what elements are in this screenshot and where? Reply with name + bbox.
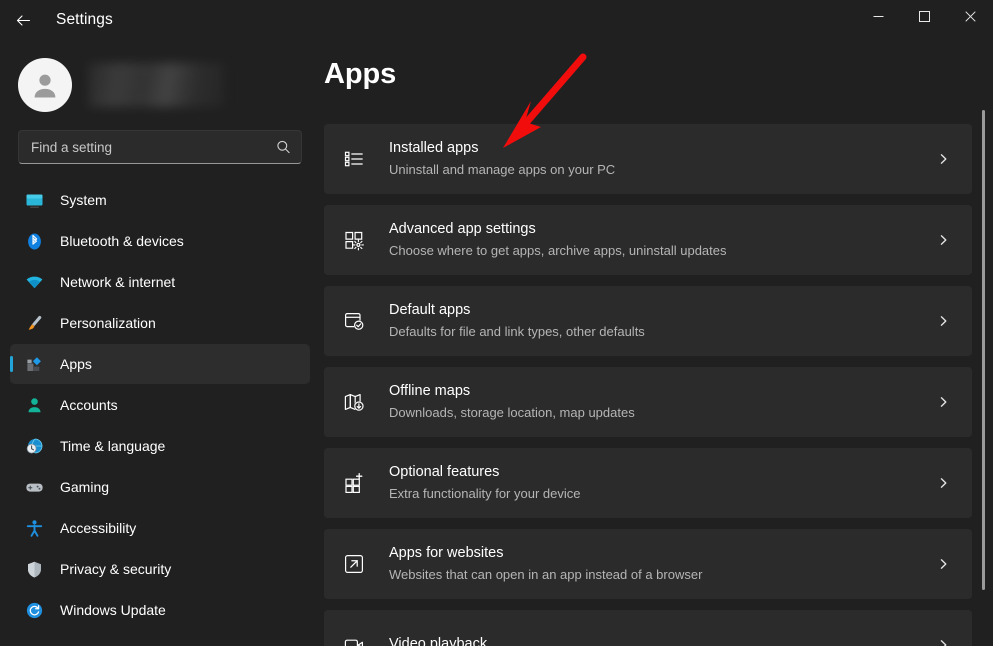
minimize-button[interactable]: [855, 0, 901, 32]
maximize-button[interactable]: [901, 0, 947, 32]
settings-card-list: Installed apps Uninstall and manage apps…: [324, 124, 972, 646]
titlebar: Settings: [0, 0, 993, 40]
search-placeholder: Find a setting: [31, 139, 113, 155]
chevron-right-icon[interactable]: [937, 639, 950, 646]
gamepad-icon: [24, 477, 44, 497]
chevron-right-icon[interactable]: [937, 558, 950, 571]
card-title: Installed apps: [389, 140, 479, 156]
main-content: Apps Installed apps Uninstall and manage…: [320, 40, 993, 646]
system-monitor-icon: [24, 190, 44, 210]
card-installed-apps[interactable]: Installed apps Uninstall and manage apps…: [324, 124, 972, 194]
sidebar-item-label: Accessibility: [60, 520, 137, 536]
sidebar-item-label: Personalization: [60, 315, 156, 331]
card-text: Optional features Extra functionality fo…: [389, 463, 580, 503]
chevron-right-icon[interactable]: [937, 153, 950, 166]
sidebar-item-label: Bluetooth & devices: [60, 233, 184, 249]
card-title: Default apps: [389, 302, 471, 318]
page-title: Apps: [324, 58, 397, 90]
card-text: Offline maps Downloads, storage location…: [389, 382, 635, 422]
account-section[interactable]: [0, 40, 320, 116]
person-icon: [24, 395, 44, 415]
vertical-scrollbar[interactable]: [978, 40, 989, 646]
avatar: [18, 58, 72, 112]
sidebar-item-label: Privacy & security: [60, 561, 172, 577]
search-section: Find a setting: [0, 116, 320, 164]
card-title: Offline maps: [389, 383, 471, 399]
card-video-playback[interactable]: Video playback: [324, 610, 972, 646]
sidebar-item-gaming[interactable]: Gaming: [10, 467, 310, 507]
card-text: Advanced app settings Choose where to ge…: [389, 220, 727, 260]
card-title: Advanced app settings: [389, 221, 536, 237]
account-name-redacted: [88, 63, 224, 107]
card-offline-maps[interactable]: Offline maps Downloads, storage location…: [324, 367, 972, 437]
sidebar-item-label: System: [60, 192, 107, 208]
card-text: Default apps Defaults for file and link …: [389, 301, 645, 341]
card-title: Video playback: [389, 635, 488, 646]
scrollbar-thumb[interactable]: [982, 110, 985, 590]
card-text: Installed apps Uninstall and manage apps…: [389, 139, 615, 179]
card-text: Video playback: [389, 635, 487, 646]
shield-icon: [24, 559, 44, 579]
sidebar-item-network-internet[interactable]: Network & internet: [10, 262, 310, 302]
bulleted-list-icon: [340, 145, 368, 173]
sidebar-item-personalization[interactable]: Personalization: [10, 303, 310, 343]
chevron-right-icon[interactable]: [937, 315, 950, 328]
search-input[interactable]: Find a setting: [18, 130, 302, 164]
card-subtitle: Defaults for file and link types, other …: [389, 324, 645, 339]
sidebar-item-accessibility[interactable]: Accessibility: [10, 508, 310, 548]
sidebar-item-label: Gaming: [60, 479, 110, 495]
grid-plus-icon: [340, 469, 368, 497]
window-title: Settings: [56, 11, 113, 28]
wifi-icon: [24, 272, 44, 292]
card-default-apps[interactable]: Default apps Defaults for file and link …: [324, 286, 972, 356]
card-subtitle: Choose where to get apps, archive apps, …: [389, 243, 727, 258]
apps-icon: [24, 354, 44, 374]
sidebar-item-windows-update[interactable]: Windows Update: [10, 590, 310, 630]
card-advanced-app-settings[interactable]: Advanced app settings Choose where to ge…: [324, 205, 972, 275]
chevron-right-icon[interactable]: [937, 396, 950, 409]
clock-globe-icon: [24, 436, 44, 456]
sidebar-item-bluetooth-devices[interactable]: Bluetooth & devices: [10, 221, 310, 261]
sidebar-item-apps[interactable]: Apps: [10, 344, 310, 384]
sidebar-item-label: Accounts: [60, 397, 118, 413]
sidebar-item-label: Windows Update: [60, 602, 166, 618]
sidebar-nav: System Bluetooth & devices Network & int…: [0, 180, 320, 630]
bluetooth-icon: [24, 231, 44, 251]
external-link-icon: [340, 550, 368, 578]
window-controls: [855, 0, 993, 32]
card-optional-features[interactable]: Optional features Extra functionality fo…: [324, 448, 972, 518]
sidebar-item-privacy-security[interactable]: Privacy & security: [10, 549, 310, 589]
card-subtitle: Uninstall and manage apps on your PC: [389, 162, 616, 177]
sidebar-item-accounts[interactable]: Accounts: [10, 385, 310, 425]
close-button[interactable]: [947, 0, 993, 32]
window-check-icon: [340, 307, 368, 335]
sidebar: Find a setting System Bluetooth & device…: [0, 40, 320, 646]
sidebar-item-time-language[interactable]: Time & language: [10, 426, 310, 466]
sidebar-item-label: Apps: [60, 356, 92, 372]
card-subtitle: Downloads, storage location, map updates: [389, 405, 635, 420]
card-title: Apps for websites: [389, 545, 504, 561]
settings-window: Settings Find a setting System Bluetooth…: [0, 0, 993, 646]
paintbrush-icon: [24, 313, 44, 333]
card-title: Optional features: [389, 464, 500, 480]
app-gear-icon: [340, 226, 368, 254]
chevron-right-icon[interactable]: [937, 477, 950, 490]
card-subtitle: Extra functionality for your device: [389, 486, 581, 501]
video-camera-icon: [340, 631, 368, 646]
card-subtitle: Websites that can open in an app instead…: [389, 567, 703, 582]
sidebar-item-label: Time & language: [60, 438, 166, 454]
card-text: Apps for websites Websites that can open…: [389, 544, 702, 584]
search-icon: [276, 140, 291, 155]
update-refresh-icon: [24, 600, 44, 620]
sidebar-item-label: Network & internet: [60, 274, 176, 290]
chevron-right-icon[interactable]: [937, 234, 950, 247]
back-button[interactable]: [6, 4, 40, 36]
accessibility-icon: [24, 518, 44, 538]
map-download-icon: [340, 388, 368, 416]
sidebar-item-system[interactable]: System: [10, 180, 310, 220]
card-apps-for-websites[interactable]: Apps for websites Websites that can open…: [324, 529, 972, 599]
